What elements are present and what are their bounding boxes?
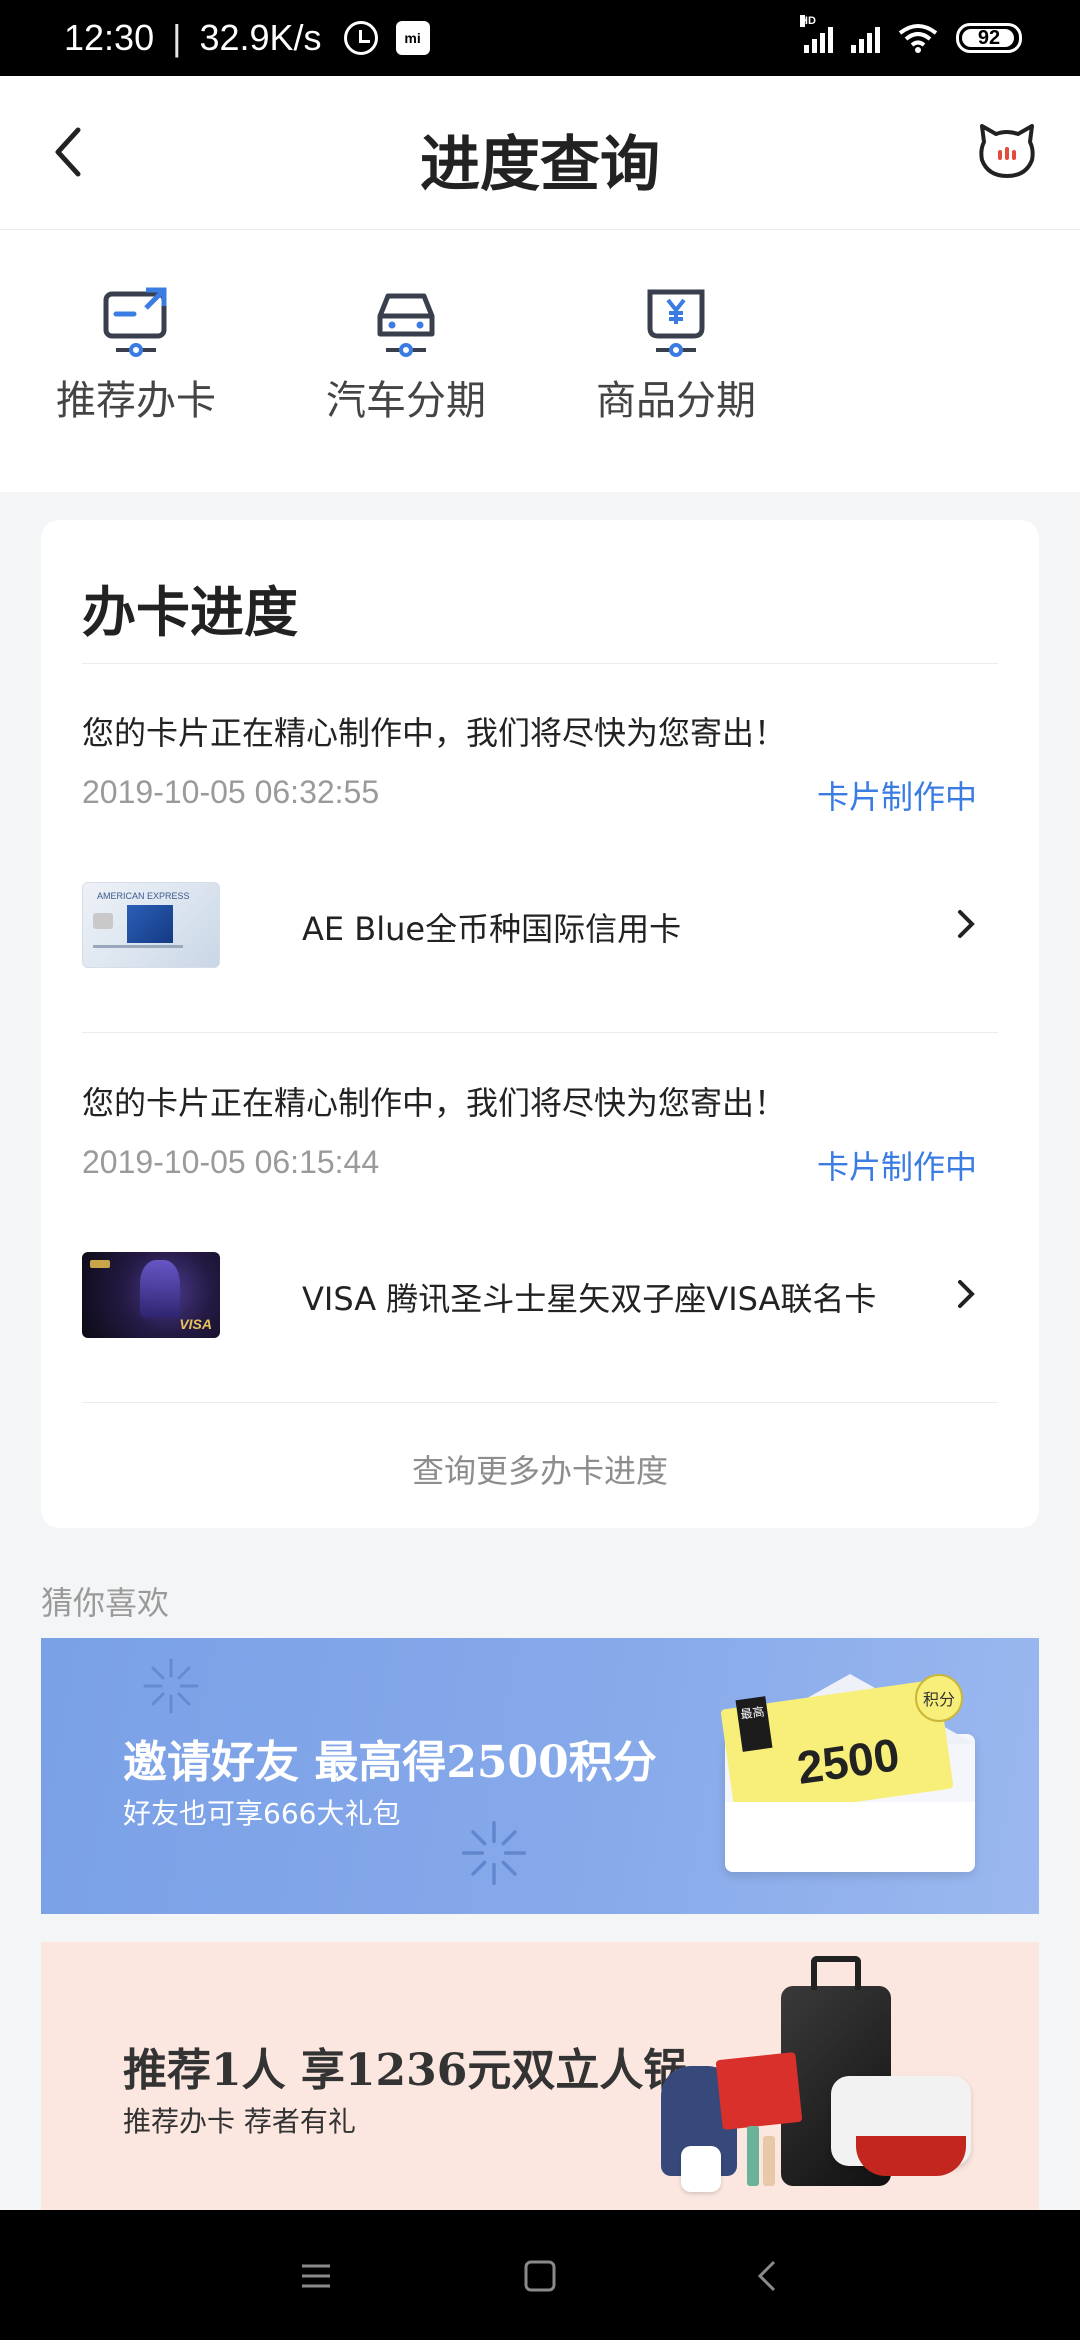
ae-blue-card-image: AMERICAN EXPRESS [82, 882, 220, 968]
home-icon[interactable] [512, 2248, 568, 2304]
card-product-name: AE Blue全币种国际信用卡 [302, 910, 682, 948]
progress-time: 2019-10-05 06:32:55 [82, 774, 380, 810]
status-time: 12:30 [64, 17, 155, 58]
quick-action-label: 商品分期 [596, 378, 756, 424]
progress-message: 您的卡片正在精心制作中，我们将尽快为您寄出！ [82, 714, 787, 752]
progress-card-row-ae-blue[interactable]: AMERICAN EXPRESS AE Blue全币种国际信用卡 [82, 876, 998, 972]
banner-title: 邀请好友 最高得2500积分 [123, 1737, 657, 1788]
network-speed: 32.9K/s [199, 17, 322, 58]
app-header: 进度查询 [0, 76, 1080, 230]
progress-status: 卡片制作中 [816, 1148, 977, 1186]
sparkle-icon [143, 1658, 199, 1714]
quick-action-label: 推荐办卡 [56, 378, 216, 424]
yuan-bag-icon [647, 289, 705, 357]
page-title: 进度查询 [420, 130, 660, 200]
customer-service-icon[interactable] [976, 120, 1038, 182]
status-bar: 12:30 | 32.9K/s mi HD 92 [0, 0, 1080, 76]
sparkle-icon [461, 1820, 527, 1886]
back-nav-icon[interactable] [740, 2248, 796, 2304]
divider [82, 663, 998, 664]
mi-notification-icon: mi [395, 21, 430, 55]
divider [82, 1032, 998, 1033]
progress-message: 您的卡片正在精心制作中，我们将尽快为您寄出！ [82, 1084, 787, 1122]
chevron-right-icon [958, 1280, 975, 1308]
system-navigation-bar [0, 2210, 1080, 2340]
divider [82, 1402, 998, 1403]
ae-brand-text: AMERICAN EXPRESS [97, 891, 190, 901]
hd-label: HD [800, 15, 816, 27]
progress-time: 2019-10-05 06:15:44 [82, 1144, 380, 1180]
quick-action-recommend-card[interactable]: 推荐办卡 [36, 280, 236, 426]
quick-actions: 推荐办卡 汽车分期 商品分期 [0, 230, 1080, 492]
status-separator: | [172, 17, 182, 58]
banner-subtitle: 推荐办卡 荐者有礼 [123, 2105, 356, 2138]
banner-title: 推荐1人 享1236元双立人锅 [123, 2045, 688, 2096]
wifi-icon [898, 24, 938, 53]
status-left: 12:30 | 32.9K/s mi [64, 17, 430, 59]
progress-status: 卡片制作中 [816, 778, 977, 816]
points-tag: 积分 [915, 1674, 963, 1722]
progress-title: 办卡进度 [82, 581, 298, 644]
quick-action-goods-installment[interactable]: 商品分期 [576, 280, 776, 426]
recommend-gift-banner[interactable]: 推荐1人 享1236元双立人锅 推荐办卡 荐者有礼 [41, 1942, 1039, 2210]
car-icon [377, 293, 435, 357]
battery-icon: 92 [956, 23, 1022, 53]
menu-icon[interactable] [288, 2248, 344, 2304]
quick-action-label: 汽车分期 [326, 378, 486, 424]
banner-subtitle: 好友也可享666大礼包 [123, 1797, 401, 1830]
battery-level: 92 [977, 26, 1001, 49]
visa-brand-text: VISA [179, 1316, 212, 1332]
status-right: HD 92 [800, 15, 1022, 53]
card-product-name: VISA 腾讯圣斗士星矢双子座VISA联名卡 [302, 1280, 877, 1318]
signal-icon [851, 23, 880, 53]
gift-products-illustration [661, 1956, 1021, 2210]
quick-action-car-installment[interactable]: 汽车分期 [306, 280, 506, 426]
envelope-illustration: 最高 2500 积分 [717, 1674, 977, 1874]
recommend-section-label: 猜你喜欢 [41, 1584, 170, 1622]
invite-friends-banner[interactable]: 邀请好友 最高得2500积分 好友也可享666大礼包 最高 2500 积分 [41, 1638, 1039, 1914]
card-share-icon [103, 287, 167, 357]
more-progress-link[interactable]: 查询更多办卡进度 [41, 1446, 1039, 1492]
card-progress-panel: 办卡进度 您的卡片正在精心制作中，我们将尽快为您寄出！ 2019-10-05 0… [41, 520, 1039, 1528]
alarm-icon [343, 21, 378, 55]
signal-hd-icon: HD [800, 15, 833, 53]
visa-saint-seiya-card-image: VISA [82, 1252, 220, 1338]
progress-card-row-visa-saint-seiya[interactable]: VISA VISA 腾讯圣斗士星矢双子座VISA联名卡 [82, 1246, 998, 1342]
chevron-right-icon [958, 910, 975, 938]
